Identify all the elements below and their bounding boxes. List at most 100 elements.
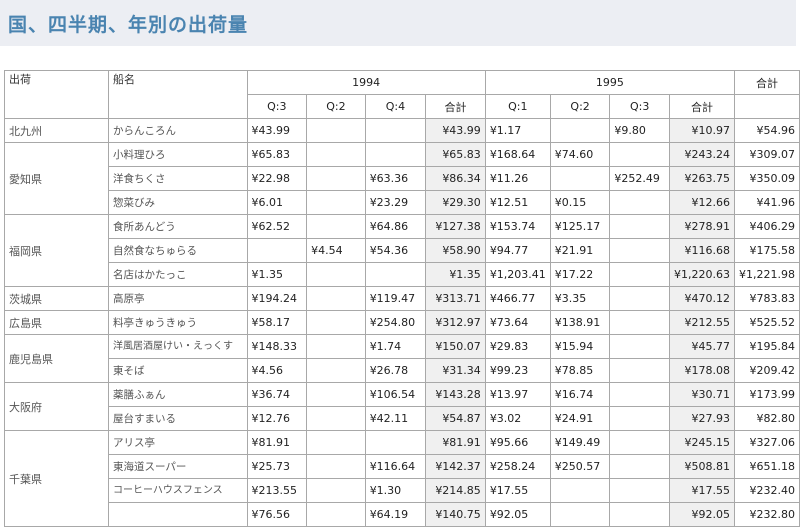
value-cell[interactable]: ¥1.17 bbox=[484, 118, 551, 143]
quarter-header[interactable]: Q:3 bbox=[246, 94, 308, 119]
value-cell[interactable] bbox=[306, 190, 366, 215]
value-cell[interactable]: ¥149.49 bbox=[549, 430, 611, 455]
value-cell[interactable] bbox=[609, 406, 670, 431]
subtotal-cell[interactable]: ¥17.55 bbox=[668, 478, 735, 503]
subtotal-cell[interactable]: ¥508.81 bbox=[668, 454, 735, 479]
value-cell[interactable] bbox=[306, 334, 366, 359]
ship-name-cell[interactable]: 屋台すまいる bbox=[108, 406, 248, 431]
value-cell[interactable]: ¥250.57 bbox=[549, 454, 611, 479]
value-cell[interactable] bbox=[246, 238, 308, 263]
value-cell[interactable]: ¥466.77 bbox=[484, 286, 551, 311]
subtotal-cell[interactable]: ¥143.28 bbox=[425, 382, 486, 407]
quarter-header[interactable]: Q:3 bbox=[609, 94, 670, 119]
value-cell[interactable]: ¥36.74 bbox=[246, 382, 308, 407]
value-cell[interactable]: ¥43.99 bbox=[246, 118, 308, 143]
value-cell[interactable]: ¥22.98 bbox=[246, 166, 308, 191]
ship-name-cell[interactable]: 惣菜びみ bbox=[108, 190, 248, 215]
value-cell[interactable]: ¥26.78 bbox=[364, 358, 427, 383]
value-cell[interactable]: ¥95.66 bbox=[484, 430, 551, 455]
value-cell[interactable]: ¥12.51 bbox=[484, 190, 551, 215]
value-cell[interactable]: ¥17.55 bbox=[484, 478, 551, 503]
value-cell[interactable]: ¥168.64 bbox=[484, 142, 551, 167]
value-cell[interactable]: ¥194.24 bbox=[246, 286, 308, 311]
value-cell[interactable]: ¥74.60 bbox=[549, 142, 611, 167]
value-cell[interactable]: ¥54.36 bbox=[364, 238, 427, 263]
subtotal-cell[interactable]: ¥470.12 bbox=[668, 286, 735, 311]
quarter-header[interactable]: Q:2 bbox=[306, 94, 366, 119]
region-cell[interactable]: 大阪府 bbox=[3, 382, 110, 431]
year-1995-header[interactable]: 1995 bbox=[484, 70, 735, 95]
region-cell[interactable]: 福岡県 bbox=[3, 214, 110, 287]
quarter-header[interactable]: Q:1 bbox=[484, 94, 551, 119]
value-cell[interactable] bbox=[609, 502, 670, 527]
subtotal-cell[interactable]: ¥29.30 bbox=[425, 190, 486, 215]
value-cell[interactable] bbox=[306, 310, 366, 335]
value-cell[interactable]: ¥17.22 bbox=[549, 262, 611, 287]
subtotal-cell[interactable]: ¥1,220.63 bbox=[668, 262, 735, 287]
value-cell[interactable]: ¥4.54 bbox=[306, 238, 366, 263]
subtotal-cell[interactable]: ¥58.90 bbox=[425, 238, 486, 263]
value-cell[interactable] bbox=[306, 358, 366, 383]
value-cell[interactable]: ¥58.17 bbox=[246, 310, 308, 335]
value-cell[interactable] bbox=[364, 430, 427, 455]
value-cell[interactable] bbox=[609, 262, 670, 287]
value-cell[interactable] bbox=[609, 214, 670, 239]
subtotal-cell[interactable]: ¥43.99 bbox=[425, 118, 486, 143]
subtotal-cell[interactable]: ¥212.55 bbox=[668, 310, 735, 335]
grand-total-cell[interactable]: ¥651.18 bbox=[733, 454, 800, 479]
value-cell[interactable]: ¥42.11 bbox=[364, 406, 427, 431]
grand-total-cell[interactable]: ¥82.80 bbox=[733, 406, 800, 431]
subtotal-cell[interactable]: ¥312.97 bbox=[425, 310, 486, 335]
grand-total-cell[interactable]: ¥54.96 bbox=[733, 118, 800, 143]
value-cell[interactable]: ¥12.76 bbox=[246, 406, 308, 431]
value-cell[interactable]: ¥4.56 bbox=[246, 358, 308, 383]
value-cell[interactable]: ¥116.64 bbox=[364, 454, 427, 479]
ship-name-cell[interactable]: 名店はかたっこ bbox=[108, 262, 248, 287]
value-cell[interactable] bbox=[609, 382, 670, 407]
value-cell[interactable] bbox=[549, 166, 611, 191]
value-cell[interactable] bbox=[609, 190, 670, 215]
subtotal-cell[interactable]: ¥30.71 bbox=[668, 382, 735, 407]
value-cell[interactable]: ¥23.29 bbox=[364, 190, 427, 215]
value-cell[interactable] bbox=[306, 286, 366, 311]
value-cell[interactable] bbox=[306, 166, 366, 191]
value-cell[interactable] bbox=[609, 238, 670, 263]
value-cell[interactable]: ¥1,203.41 bbox=[484, 262, 551, 287]
ship-name-cell[interactable]: 高原亭 bbox=[108, 286, 248, 311]
subtotal-cell[interactable]: ¥116.68 bbox=[668, 238, 735, 263]
value-cell[interactable]: ¥9.80 bbox=[609, 118, 670, 143]
region-cell[interactable]: 鹿児島県 bbox=[3, 334, 110, 383]
value-cell[interactable]: ¥81.91 bbox=[246, 430, 308, 455]
ship-name-cell[interactable]: からんころん bbox=[108, 118, 248, 143]
subtotal-cell[interactable]: ¥86.34 bbox=[425, 166, 486, 191]
value-cell[interactable] bbox=[609, 358, 670, 383]
region-cell[interactable]: 茨城県 bbox=[3, 286, 110, 311]
value-cell[interactable]: ¥63.36 bbox=[364, 166, 427, 191]
subtotal-cell[interactable]: ¥81.91 bbox=[425, 430, 486, 455]
value-cell[interactable] bbox=[549, 502, 611, 527]
value-cell[interactable]: ¥125.17 bbox=[549, 214, 611, 239]
ship-name-cell[interactable]: コーヒーハウスフェンス bbox=[108, 478, 248, 503]
value-cell[interactable] bbox=[306, 262, 366, 287]
value-cell[interactable] bbox=[306, 454, 366, 479]
value-cell[interactable]: ¥64.86 bbox=[364, 214, 427, 239]
ship-name-cell[interactable]: アリス亭 bbox=[108, 430, 248, 455]
value-cell[interactable]: ¥99.23 bbox=[484, 358, 551, 383]
value-cell[interactable]: ¥92.05 bbox=[484, 502, 551, 527]
value-cell[interactable]: ¥258.24 bbox=[484, 454, 551, 479]
subtotal-cell[interactable]: ¥12.66 bbox=[668, 190, 735, 215]
grand-total-cell[interactable]: ¥173.99 bbox=[733, 382, 800, 407]
value-cell[interactable]: ¥3.02 bbox=[484, 406, 551, 431]
subtotal-cell[interactable]: ¥313.71 bbox=[425, 286, 486, 311]
grand-total-cell[interactable]: ¥309.07 bbox=[733, 142, 800, 167]
value-cell[interactable]: ¥73.64 bbox=[484, 310, 551, 335]
value-cell[interactable] bbox=[306, 142, 366, 167]
corner-ship-header[interactable]: 船名 bbox=[108, 70, 248, 119]
subtotal-cell[interactable]: ¥1.35 bbox=[425, 262, 486, 287]
region-cell[interactable]: 愛知県 bbox=[3, 142, 110, 215]
value-cell[interactable]: ¥62.52 bbox=[246, 214, 308, 239]
value-cell[interactable]: ¥213.55 bbox=[246, 478, 308, 503]
value-cell[interactable] bbox=[306, 478, 366, 503]
subtotal-header[interactable]: 合計 bbox=[425, 94, 486, 119]
subtotal-cell[interactable]: ¥278.91 bbox=[668, 214, 735, 239]
